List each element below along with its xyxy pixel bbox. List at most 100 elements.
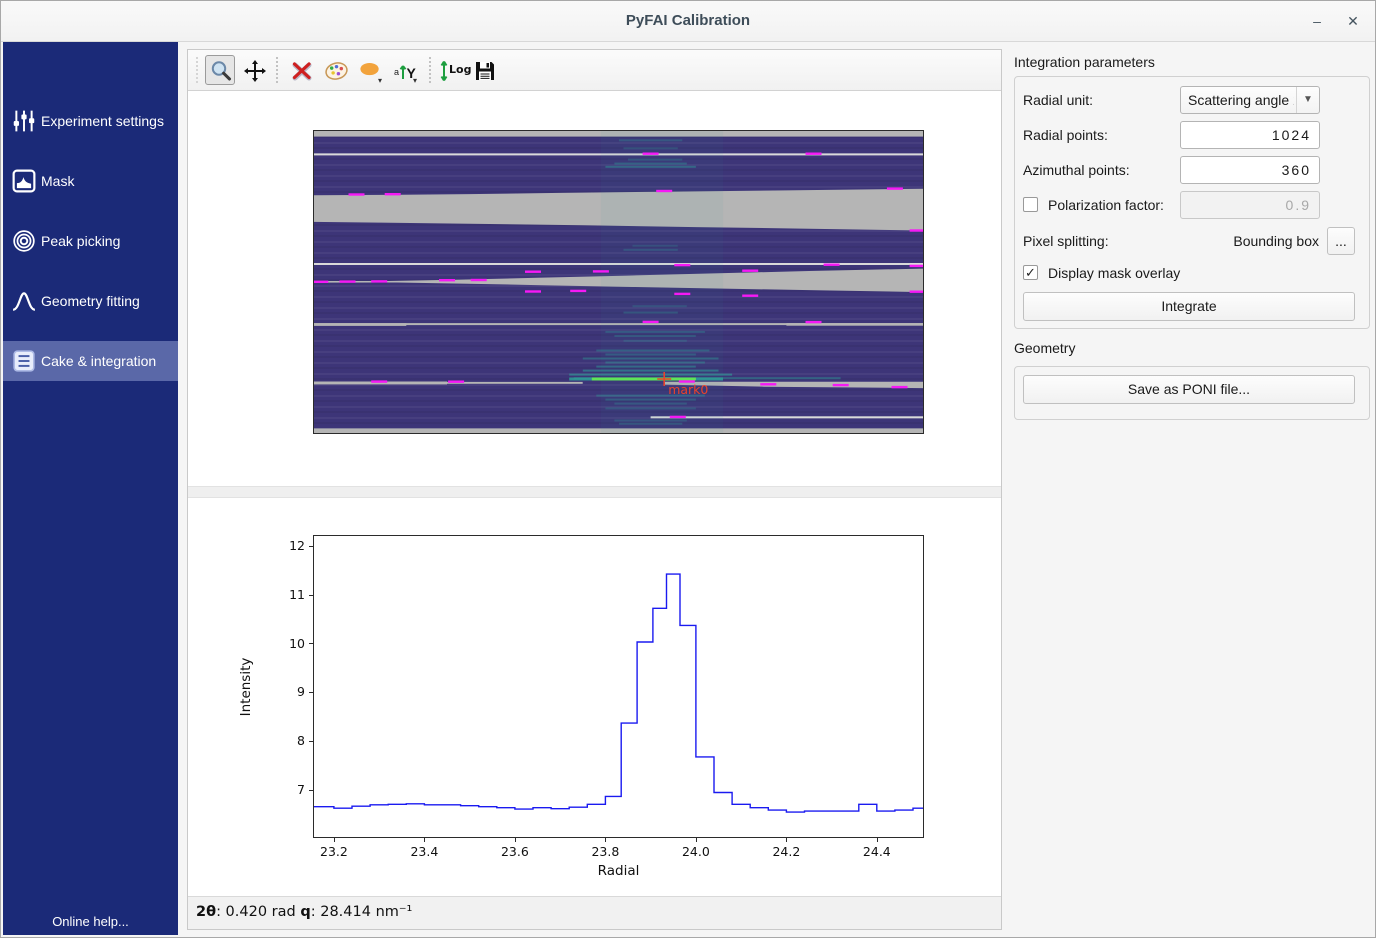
y-tick-mark: [309, 741, 313, 742]
toolbar-separator: [276, 57, 281, 83]
dropdown-arrow-icon: ▾: [413, 76, 417, 85]
x-tick-label: 23.4: [399, 844, 449, 859]
pixel-splitting-more-button[interactable]: ...: [1327, 227, 1355, 255]
plot-panel: ▾ a Y ▾ Log: [187, 49, 1002, 930]
y-tick-label: 10: [255, 636, 305, 651]
polarization-label: Polarization factor:: [1048, 191, 1164, 219]
toolbar-separator: [429, 57, 434, 83]
display-mask-overlay-label: Display mask overlay: [1048, 259, 1180, 287]
floppy-disk-icon: [473, 59, 497, 83]
window-title: PyFAI Calibration: [1, 1, 1375, 41]
y-tick-mark: [309, 790, 313, 791]
radial-unit-label: Radial unit:: [1023, 86, 1093, 114]
mask-icon: [12, 169, 36, 193]
azimuthal-points-input[interactable]: [1180, 156, 1320, 184]
integrate-button[interactable]: Integrate: [1023, 292, 1355, 321]
pixel-splitting-value: Bounding box: [1233, 227, 1319, 255]
y-tick-label: 11: [255, 587, 305, 602]
sidebar-item-label: Mask: [41, 161, 74, 201]
y-tick-mark: [309, 546, 313, 547]
y-tick-label: 7: [255, 782, 305, 797]
save-poni-button[interactable]: Save as PONI file...: [1023, 375, 1355, 404]
target-icon: [12, 229, 36, 253]
plot-splitter[interactable]: [188, 486, 1001, 498]
intensity-plot-canvas[interactable]: Intensity Radial 12111098723.223.423.623…: [313, 535, 924, 838]
sidebar-item-peak-picking[interactable]: Peak picking: [3, 221, 178, 261]
pan-arrows-icon: [243, 59, 267, 83]
online-help-link[interactable]: Online help...: [3, 914, 178, 929]
q-value: : 28.414 nm⁻¹: [311, 904, 413, 920]
x-tick-label: 23.2: [309, 844, 359, 859]
sidebar-item-label: Geometry fitting: [41, 281, 140, 321]
sidebar-item-geometry-fitting[interactable]: Geometry fitting: [3, 281, 178, 321]
log-scale-button[interactable]: Log: [435, 55, 465, 85]
sidebar-item-label: Cake & integration: [41, 341, 156, 381]
y-tick-mark: [309, 643, 313, 644]
two-theta-value: : 0.420 rad: [216, 904, 300, 920]
sidebar-item-cake-integration[interactable]: Cake & integration: [3, 341, 178, 381]
q-label: q: [300, 904, 310, 920]
y-tick-label: 9: [255, 684, 305, 699]
x-tick-mark: [334, 838, 335, 842]
chevron-down-icon: ▼: [1296, 87, 1319, 113]
status-bar: 2θ: 0.420 rad q: 28.414 nm⁻¹: [188, 896, 1001, 929]
minimize-button[interactable]: –: [1303, 7, 1331, 35]
title-bar: PyFAI Calibration – ✕: [1, 1, 1375, 42]
heatmap-overlay: mark0: [314, 131, 923, 433]
save-button[interactable]: [469, 55, 499, 85]
sidebar-item-label: Experiment settings: [41, 101, 164, 141]
pan-button[interactable]: [239, 55, 269, 85]
sidebar-item-experiment-settings[interactable]: Experiment settings: [3, 101, 178, 141]
toolbar-grip: [196, 57, 201, 83]
palette-icon: [324, 59, 349, 83]
radial-unit-select[interactable]: Scattering angle 2 ▼: [1180, 86, 1320, 114]
x-tick-mark: [605, 838, 606, 842]
peak-curve-icon: [12, 289, 36, 313]
colormap-button[interactable]: [320, 55, 350, 85]
intensity-line: [314, 536, 923, 837]
y-tick-mark: [309, 595, 313, 596]
geometry-title: Geometry: [1014, 338, 1075, 358]
mark0-label: mark0: [668, 382, 708, 397]
polarization-checkbox[interactable]: [1023, 197, 1038, 212]
y-tick-label: 12: [255, 538, 305, 553]
pyfai-window: PyFAI Calibration – ✕ Online help... Exp…: [0, 0, 1376, 938]
cake-plot-canvas[interactable]: mark0 Azimuthal Radial 150100500−50−100−…: [313, 130, 924, 434]
intensity-step-line: [314, 574, 923, 812]
polarization-input: [1180, 191, 1320, 219]
x-tick-label: 24.0: [671, 844, 721, 859]
zoom-button[interactable]: [205, 55, 235, 85]
integration-panel: Integration parameters Radial unit: Scat…: [1010, 42, 1375, 935]
radial-points-input[interactable]: [1180, 121, 1320, 149]
sidebar-item-label: Peak picking: [41, 221, 120, 261]
x-tick-label: 24.2: [761, 844, 811, 859]
svg-text:a: a: [394, 67, 399, 77]
red-cross-icon: [290, 59, 314, 83]
magnifier-icon: [209, 59, 233, 83]
pixel-splitting-label: Pixel splitting:: [1023, 227, 1109, 255]
x-tick-label: 24.4: [852, 844, 902, 859]
close-button[interactable]: ✕: [1339, 7, 1367, 35]
dropdown-arrow-icon: ▾: [378, 76, 382, 85]
radial-axis-label: Radial: [314, 863, 923, 879]
clear-button[interactable]: [286, 55, 316, 85]
y-tick-label: 8: [255, 733, 305, 748]
intensity-axis-label: Intensity: [238, 657, 254, 716]
radial-points-label: Radial points:: [1023, 121, 1108, 149]
x-tick-mark: [786, 838, 787, 842]
plot-toolbar: ▾ a Y ▾ Log: [188, 50, 1001, 91]
sliders-icon: [12, 109, 36, 133]
sidebar: Online help... Experiment settings Mask Pe…: [3, 42, 178, 935]
azimuthal-points-label: Azimuthal points:: [1023, 156, 1130, 184]
x-tick-mark: [877, 838, 878, 842]
cake-list-icon: [12, 349, 36, 373]
x-tick-label: 23.6: [490, 844, 540, 859]
mask-tool-button[interactable]: ▾: [354, 55, 384, 85]
two-theta-label: 2θ: [196, 904, 216, 920]
y-axis-scale-button[interactable]: a Y ▾: [389, 55, 419, 85]
x-tick-mark: [696, 838, 697, 842]
x-tick-mark: [515, 838, 516, 842]
y-tick-mark: [309, 692, 313, 693]
sidebar-item-mask[interactable]: Mask: [3, 161, 178, 201]
display-mask-overlay-checkbox[interactable]: ✓: [1023, 265, 1038, 280]
